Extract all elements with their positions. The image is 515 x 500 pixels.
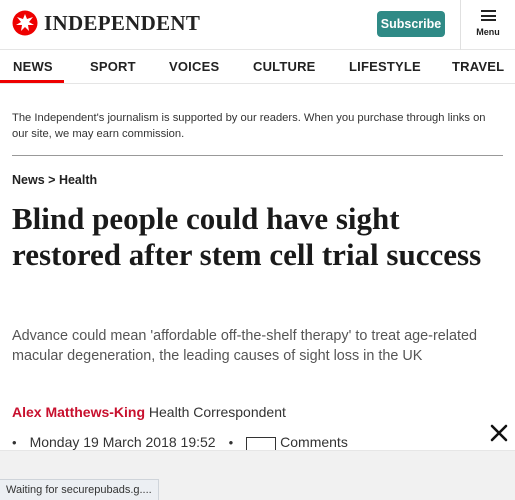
nav-item-travel[interactable]: TRAVEL bbox=[452, 59, 504, 74]
nav-item-lifestyle[interactable]: LIFESTYLE bbox=[349, 59, 421, 74]
close-ad-button[interactable] bbox=[484, 418, 514, 448]
bullet-icon: • bbox=[12, 434, 17, 450]
breadcrumb-news[interactable]: News bbox=[12, 173, 45, 187]
author-role: Health Correspondent bbox=[148, 404, 286, 420]
nav-active-indicator bbox=[0, 80, 64, 83]
close-icon bbox=[490, 424, 508, 442]
breadcrumb: News > Health bbox=[12, 173, 97, 187]
nav-item-culture[interactable]: CULTURE bbox=[253, 59, 316, 74]
article-standfirst: Advance could mean 'affordable off-the-s… bbox=[12, 328, 477, 364]
section-nav: NEWS SPORT VOICES CULTURE LIFESTYLE TRAV… bbox=[0, 50, 515, 84]
nav-item-sport[interactable]: SPORT bbox=[90, 59, 136, 74]
menu-label: Menu bbox=[476, 27, 500, 37]
nav-item-voices[interactable]: VOICES bbox=[169, 59, 219, 74]
menu-button[interactable]: Menu bbox=[468, 10, 508, 37]
logo-wordmark: INDEPENDENT bbox=[44, 10, 201, 35]
breadcrumb-health[interactable]: Health bbox=[59, 173, 97, 187]
subscribe-button[interactable]: Subscribe bbox=[377, 11, 445, 37]
breadcrumb-separator: > bbox=[48, 173, 56, 187]
publish-date: Monday 19 March 2018 19:52 bbox=[29, 434, 216, 450]
menu-divider bbox=[460, 0, 461, 50]
article-meta: • Monday 19 March 2018 19:52 • Comments bbox=[12, 432, 348, 453]
nav-item-news[interactable]: NEWS bbox=[13, 59, 53, 74]
divider bbox=[12, 155, 503, 156]
affiliate-disclaimer: The Independent's journalism is supporte… bbox=[12, 112, 486, 140]
logo[interactable]: INDEPENDENT bbox=[12, 10, 200, 36]
site-header: INDEPENDENT Subscribe Menu bbox=[0, 0, 515, 50]
eagle-logo-icon bbox=[12, 10, 38, 36]
comments-link[interactable]: Comments bbox=[280, 434, 348, 450]
article-headline: Blind people could have sight restored a… bbox=[12, 201, 482, 272]
byline: Alex Matthews-King Health Correspondent bbox=[12, 404, 286, 420]
hamburger-icon bbox=[480, 10, 496, 21]
bullet-icon: • bbox=[228, 434, 234, 450]
browser-status-bar: Waiting for securepubads.g.... bbox=[0, 479, 159, 500]
author-link[interactable]: Alex Matthews-King bbox=[12, 404, 145, 420]
